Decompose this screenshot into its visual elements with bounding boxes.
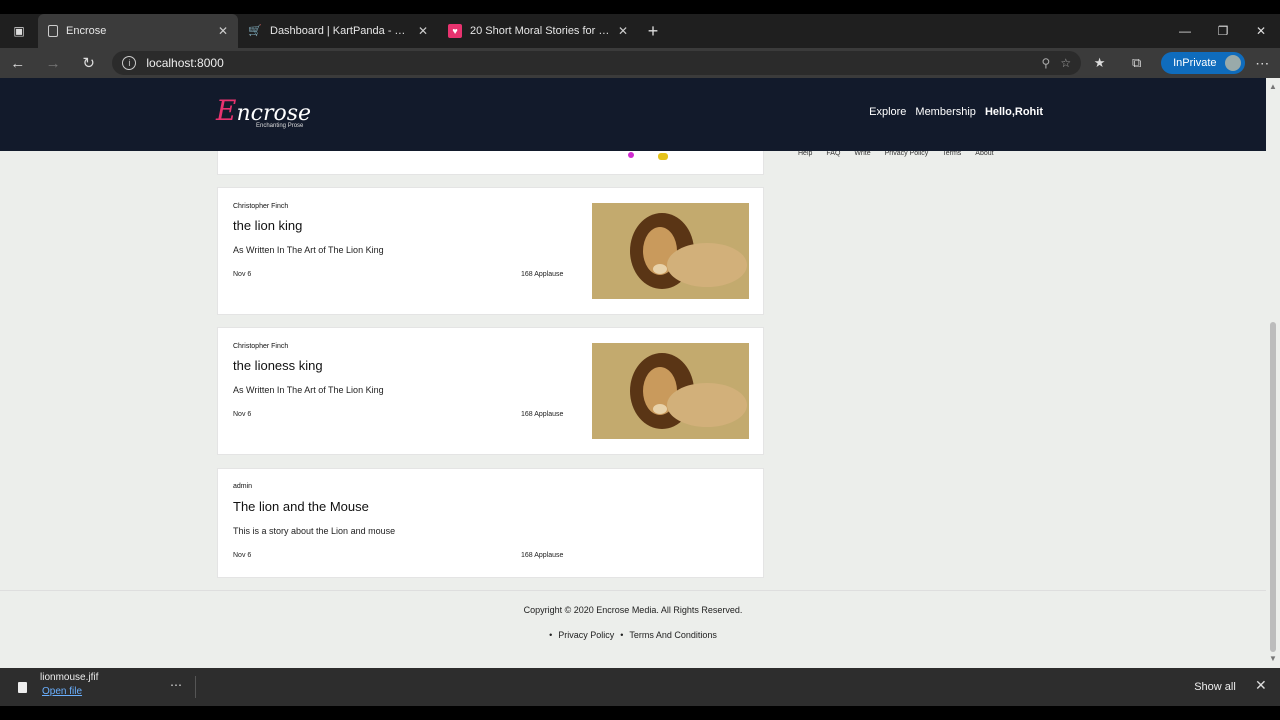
more-icon[interactable]: ⋯ <box>1245 55 1280 72</box>
side-links: Help FAQ Write Privacy Policy Terms Abou… <box>798 150 994 157</box>
story-title[interactable]: the lion king <box>233 218 302 233</box>
story-subtitle: As Written In The Art of The Lion King <box>233 385 384 395</box>
tab-actions-icon[interactable]: ▣ <box>0 14 38 48</box>
footer-divider <box>0 590 1266 591</box>
tab-title: Encrose <box>66 25 107 37</box>
profile-avatar <box>1224 55 1241 71</box>
close-icon[interactable]: ✕ <box>418 24 428 38</box>
browser-tab-strip: ▣ Encrose ✕ 🛒 Dashboard | KartPanda - Yo… <box>0 14 1280 48</box>
decorative-blob <box>658 153 668 160</box>
tab-title: 20 Short Moral Stories for Kids in <box>470 25 610 37</box>
tab-moral-stories[interactable]: ♥ 20 Short Moral Stories for Kids in ✕ <box>438 14 638 48</box>
lion-image[interactable] <box>592 343 749 439</box>
link-faq[interactable]: FAQ <box>826 150 840 157</box>
story-card[interactable]: Christopher Finch the lion king As Writt… <box>217 187 764 315</box>
collections-icon[interactable]: ⧉ <box>1118 55 1155 71</box>
footer-links: • Privacy Policy • Terms And Conditions <box>0 630 1266 640</box>
refresh-icon[interactable]: ↻ <box>71 48 106 78</box>
close-icon[interactable]: ✕ <box>218 24 228 38</box>
story-date: Nov 6 <box>233 271 252 278</box>
story-subtitle: As Written In The Art of The Lion King <box>233 245 384 255</box>
page-scrollbar[interactable]: ▲ ▼ <box>1266 78 1280 668</box>
zoom-icon[interactable]: ⚲ <box>1042 56 1051 70</box>
link-about[interactable]: About <box>975 150 993 157</box>
scrollbar-thumb[interactable] <box>1270 322 1276 652</box>
screen-bottom-edge <box>0 706 1280 720</box>
download-filename[interactable]: lionmouse.jfif <box>40 672 98 683</box>
page-icon <box>48 25 58 37</box>
nav-explore[interactable]: Explore <box>869 106 906 118</box>
story-author[interactable]: Christopher Finch <box>233 203 288 210</box>
screen-top-edge <box>0 0 1280 14</box>
nav-user-greeting[interactable]: Hello,Rohit <box>985 106 1043 118</box>
heart-icon: ♥ <box>448 24 462 38</box>
story-card[interactable]: Christopher Finch the lioness king As Wr… <box>217 327 764 455</box>
tab-title: Dashboard | KartPanda - Your Ec <box>270 25 410 37</box>
page-viewport: Encrose Enchanting Prose Explore Members… <box>0 78 1266 668</box>
close-icon[interactable]: ✕ <box>618 24 628 38</box>
favorites-icon[interactable]: ★ <box>1081 55 1118 71</box>
bullet: • <box>549 630 553 640</box>
story-title[interactable]: The lion and the Mouse <box>233 499 369 514</box>
back-icon[interactable]: ← <box>0 48 35 78</box>
link-write[interactable]: Write <box>854 150 870 157</box>
link-help[interactable]: Help <box>798 150 812 157</box>
scroll-down-icon[interactable]: ▼ <box>1269 654 1277 663</box>
url-text: localhost:8000 <box>146 56 224 70</box>
story-author[interactable]: Christopher Finch <box>233 343 288 350</box>
new-tab-button[interactable]: + <box>638 14 668 48</box>
story-applause: 168 Applause <box>521 552 564 559</box>
forward-icon[interactable]: → <box>35 48 70 78</box>
scroll-up-icon[interactable]: ▲ <box>1269 82 1277 91</box>
site-logo[interactable]: Encrose Enchanting Prose <box>216 94 311 129</box>
close-window-icon[interactable]: ✕ <box>1242 14 1280 48</box>
open-file-link[interactable]: Open file <box>42 686 82 697</box>
inprivate-button[interactable]: InPrivate <box>1161 52 1245 74</box>
logo-tagline: Enchanting Prose <box>256 123 304 129</box>
tab-encrose[interactable]: Encrose ✕ <box>38 14 238 48</box>
nav-membership[interactable]: Membership <box>915 106 976 118</box>
show-all-button[interactable]: Show all <box>1186 675 1244 699</box>
download-bar: lionmouse.jfif Open file ⋯ Show all ✕ <box>0 668 1280 706</box>
address-bar-row: ← → ↻ i localhost:8000 ⚲ ☆ ★ ⧉ InPrivate… <box>0 48 1280 78</box>
divider <box>195 676 196 698</box>
story-applause: 168 Applause <box>521 411 564 418</box>
close-icon[interactable]: ✕ <box>1255 677 1267 694</box>
bullet: • <box>620 630 624 640</box>
link-terms[interactable]: Terms <box>942 150 961 157</box>
link-privacy-policy[interactable]: Privacy Policy <box>885 150 929 157</box>
copyright-text: Copyright © 2020 Encrose Media. All Righ… <box>523 605 743 615</box>
site-navbar: Encrose Enchanting Prose Explore Members… <box>0 78 1266 151</box>
story-card[interactable]: admin The lion and the Mouse This is a s… <box>217 468 764 578</box>
story-title[interactable]: the lioness king <box>233 358 323 373</box>
decorative-dot <box>628 152 634 158</box>
story-author[interactable]: admin <box>233 483 252 490</box>
window-controls: — ❐ ✕ <box>1166 14 1280 48</box>
inprivate-label: InPrivate <box>1173 57 1217 69</box>
url-field[interactable]: i localhost:8000 ⚲ ☆ <box>112 51 1082 75</box>
file-icon <box>18 682 27 693</box>
restore-icon[interactable]: ❐ <box>1204 14 1242 48</box>
tab-kartpanda[interactable]: 🛒 Dashboard | KartPanda - Your Ec ✕ <box>238 14 438 48</box>
story-subtitle: This is a story about the Lion and mouse <box>233 526 396 536</box>
site-menu: Explore Membership Hello,Rohit <box>869 106 1043 118</box>
favorite-add-icon[interactable]: ☆ <box>1060 56 1071 70</box>
story-applause: 168 Applause <box>521 271 564 278</box>
cart-icon: 🛒 <box>248 25 262 37</box>
minimize-icon[interactable]: — <box>1166 14 1204 48</box>
story-date: Nov 6 <box>233 552 252 559</box>
lion-image[interactable] <box>592 203 749 299</box>
story-date: Nov 6 <box>233 411 252 418</box>
download-more-icon[interactable]: ⋯ <box>170 678 182 692</box>
toolbar-icons: ★ ⧉ <box>1081 55 1155 71</box>
footer-terms-link[interactable]: Terms And Conditions <box>629 630 717 640</box>
info-icon[interactable]: i <box>122 56 137 70</box>
footer-privacy-link[interactable]: Privacy Policy <box>558 630 614 640</box>
